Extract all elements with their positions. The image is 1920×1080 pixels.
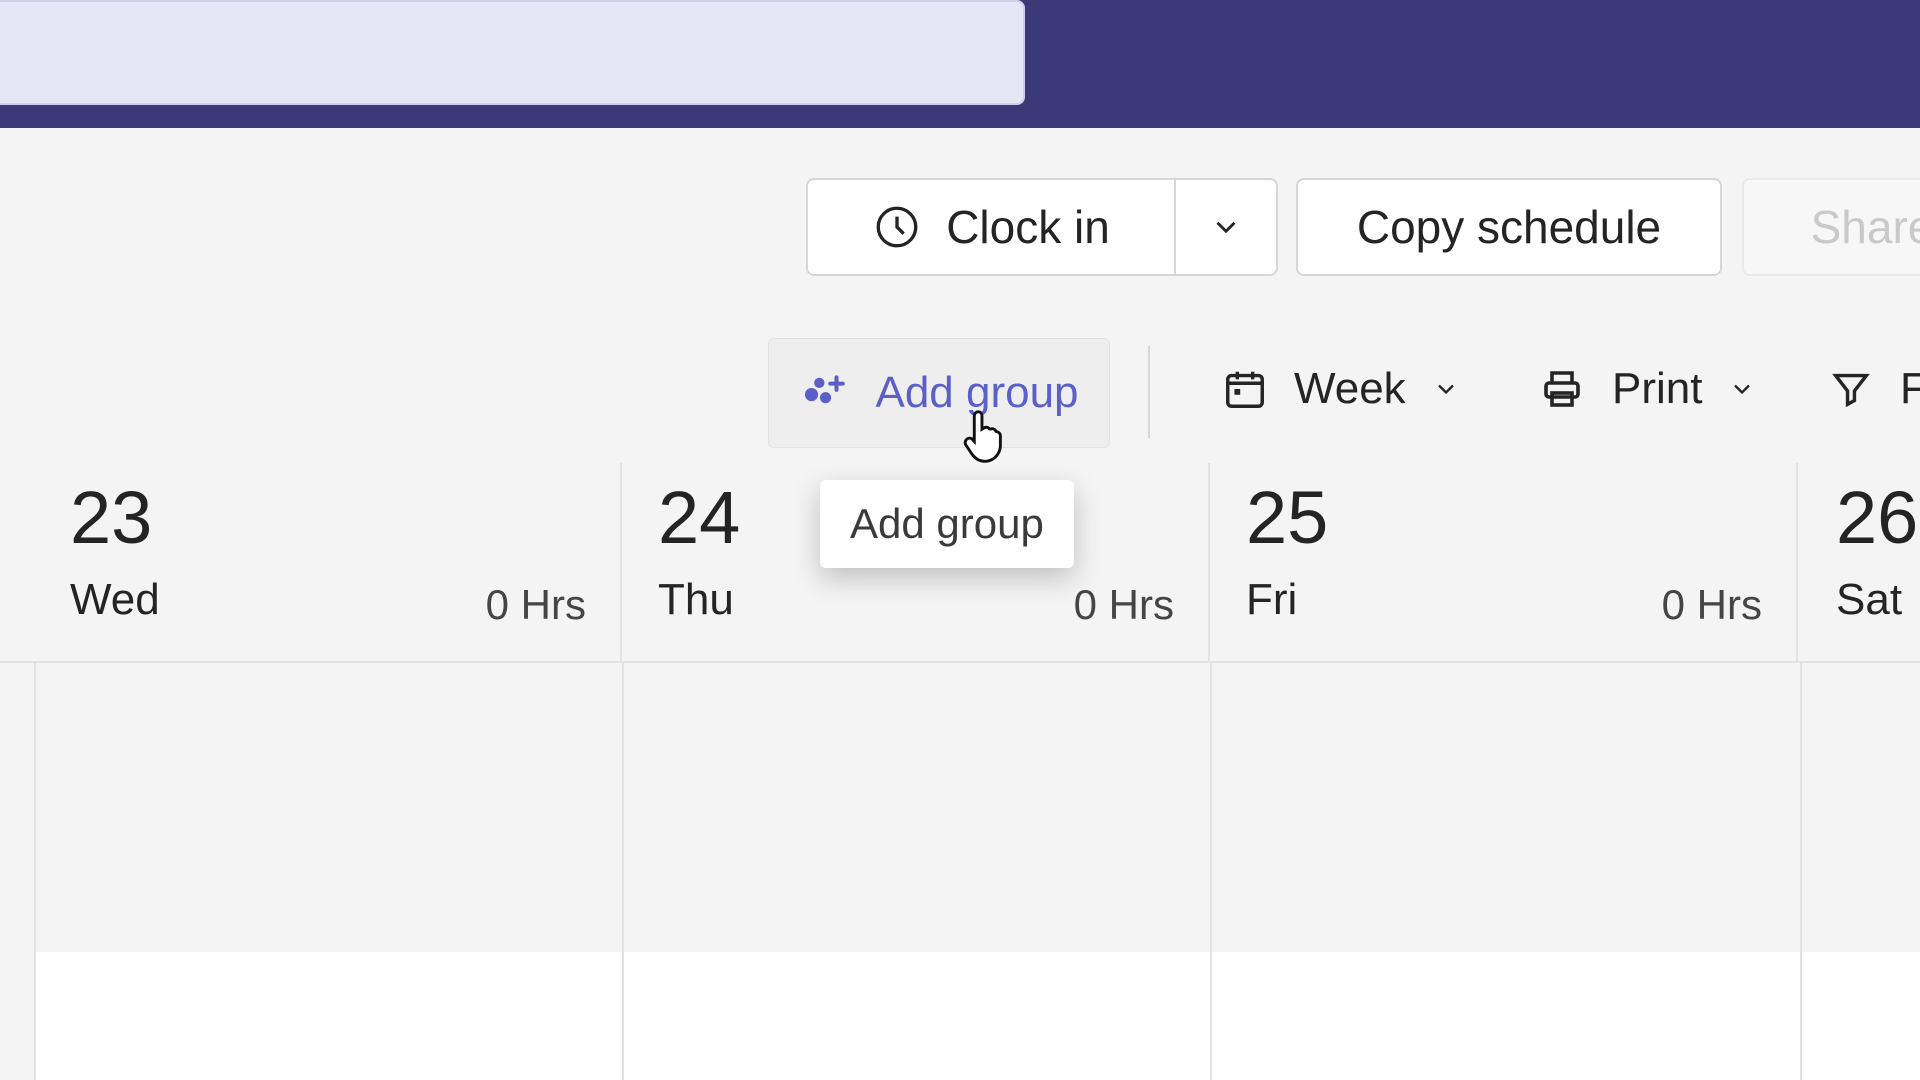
chevron-down-icon [1728,375,1756,403]
day-number: 24 [658,475,740,560]
clock-icon [872,202,922,252]
clock-in-label: Clock in [946,200,1110,254]
share-button[interactable]: Share [1742,178,1920,276]
day-hours: 0 Hrs [1662,581,1762,629]
grid-line [1800,663,1802,1080]
day-number: 23 [70,475,152,560]
copy-schedule-button[interactable]: Copy schedule [1296,178,1722,276]
view-switch-button[interactable]: Week [1194,346,1488,432]
filter-button[interactable]: F [1800,346,1920,432]
day-number: 26 [1836,475,1918,560]
schedule-row-empty [34,663,1920,943]
day-header-cell[interactable]: 26 Sat [1800,463,1920,661]
toolbar-divider [1148,346,1150,438]
copy-schedule-label: Copy schedule [1357,200,1661,254]
tooltip-text: Add group [850,500,1044,547]
action-bar: Clock in Copy schedule Share [0,178,1920,278]
view-switch-label: Week [1294,364,1406,414]
day-hours: 0 Hrs [486,581,586,629]
calendar-icon [1222,366,1268,412]
add-group-tooltip: Add group [820,480,1074,568]
share-label: Share [1811,200,1920,254]
schedule-row [34,952,1920,1080]
day-number: 25 [1246,475,1328,560]
print-label: Print [1612,364,1702,414]
day-name: Fri [1246,575,1297,625]
add-group-label: Add group [875,368,1078,418]
print-button[interactable]: Print [1510,346,1784,432]
filter-icon [1828,366,1874,412]
chevron-down-icon [1209,210,1243,244]
shifts-canvas: Clock in Copy schedule Share Add group [0,128,1920,1080]
day-header-cell[interactable]: 25 Fri 0 Hrs [1210,463,1798,661]
grid-line [34,663,36,1080]
people-plus-icon [799,373,849,413]
clock-in-button[interactable]: Clock in [806,178,1176,276]
printer-icon [1538,365,1586,413]
clock-in-dropdown[interactable] [1176,178,1278,276]
add-group-button[interactable]: Add group [768,338,1110,448]
day-name: Wed [70,575,160,625]
search-input[interactable] [0,0,1025,105]
day-hours: 0 Hrs [1074,581,1174,629]
filter-label: F [1900,364,1920,414]
grid-line [622,663,624,1080]
chevron-down-icon [1432,375,1460,403]
app-header [0,0,1920,128]
view-toolbar: Add group Week Print [0,338,1920,458]
day-name: Sat [1836,575,1902,625]
day-name: Thu [658,575,734,625]
day-header-cell[interactable]: 23 Wed 0 Hrs [34,463,622,661]
grid-line [1210,663,1212,1080]
